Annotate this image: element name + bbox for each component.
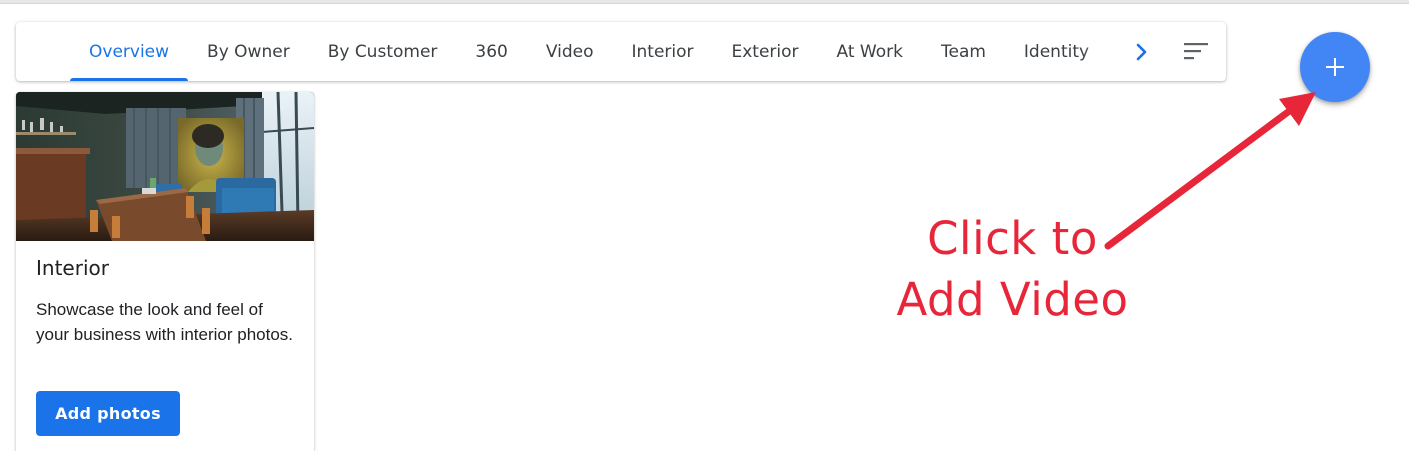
card-description: Showcase the look and feel of your busin… xyxy=(36,300,294,344)
card-title: Interior xyxy=(36,256,109,280)
plus-icon xyxy=(1326,58,1344,76)
top-divider xyxy=(0,0,1409,4)
tab-video[interactable]: Video xyxy=(527,22,613,81)
tabs-overflow-fade xyxy=(1082,22,1122,81)
restaurant-interior-photo xyxy=(16,92,314,241)
tab-overview[interactable]: Overview xyxy=(70,22,189,81)
add-photos-button[interactable]: Add photos xyxy=(36,391,180,436)
tab-by-customer[interactable]: By Customer xyxy=(309,22,457,81)
category-tab-bar: Overview By Owner By Customer 360 Video … xyxy=(16,22,1226,81)
tab-interior[interactable]: Interior xyxy=(612,22,712,81)
sort-button[interactable] xyxy=(1178,37,1214,67)
card-cover-image xyxy=(16,92,314,241)
tab-360[interactable]: 360 xyxy=(456,22,526,81)
tab-by-owner[interactable]: By Owner xyxy=(188,22,309,81)
tabs-next-button[interactable] xyxy=(1128,39,1154,65)
tab-at-work[interactable]: At Work xyxy=(818,22,922,81)
tab-team[interactable]: Team xyxy=(922,22,1005,81)
tab-exterior[interactable]: Exterior xyxy=(713,22,818,81)
annotation-line-1: Click to xyxy=(927,212,1098,265)
interior-photo-card: Interior Showcase the look and feel of y… xyxy=(16,92,314,451)
sort-icon xyxy=(1184,43,1208,60)
tabs-viewport: Overview By Owner By Customer 360 Video … xyxy=(70,22,1122,81)
annotation-callout: Click to Add Video xyxy=(860,208,1165,330)
add-media-fab[interactable] xyxy=(1300,32,1370,102)
chevron-right-icon xyxy=(1136,43,1147,61)
tabs-list: Overview By Owner By Customer 360 Video … xyxy=(70,22,1122,81)
annotation-line-2: Add Video xyxy=(896,273,1129,326)
